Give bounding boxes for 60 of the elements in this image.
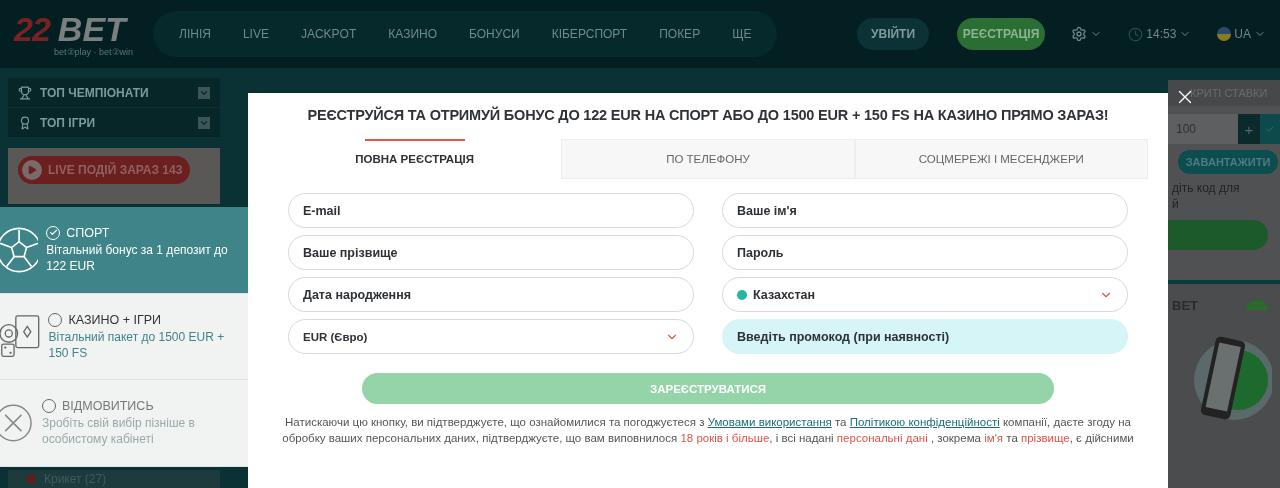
- nav-link[interactable]: КАЗИНО: [372, 27, 453, 41]
- input-field[interactable]: Введіть промокод (при наявності): [722, 319, 1128, 354]
- logo-tagline: bet②play · bet②win: [54, 47, 134, 57]
- input-field[interactable]: Пароль: [722, 235, 1128, 270]
- tab[interactable]: ПО ТЕЛЕФОНУ: [561, 139, 855, 179]
- expand-icon[interactable]: [198, 116, 210, 129]
- time-text[interactable]: 14:53: [1146, 27, 1177, 41]
- option-description: Зробіть свій вибір пізніше в особистому кабінеті: [42, 415, 196, 448]
- bonus-option[interactable]: СПОРТ Вітальний бонус за 1 депозит до 122 EUR: [0, 207, 248, 294]
- input-field[interactable]: Дата народження: [288, 277, 694, 312]
- input-field[interactable]: Ваше ім'я: [722, 193, 1128, 228]
- login-button[interactable]: УВІЙТИ: [857, 18, 929, 50]
- option-title: ВІДМОВИТИСЬ: [62, 399, 154, 414]
- nav-link[interactable]: JACKPOT: [284, 27, 373, 41]
- option-title: КАЗИНО + ІГРИ: [68, 312, 162, 327]
- option-description: Вітальний бонус за 1 депозит до 122 EUR: [46, 241, 229, 274]
- plus-button[interactable]: +: [1238, 114, 1260, 144]
- select-field[interactable]: EUR (Євро): [288, 319, 694, 354]
- sidebar-section[interactable]: ТОП ІГРИ: [8, 108, 220, 138]
- logo-digits: 22: [14, 11, 50, 47]
- play-icon: [22, 160, 42, 180]
- logo-word: BET: [57, 11, 126, 47]
- dialog-title: РЕЄСТРУЙСЯ ТА ОТРИМУЙ БОНУС ДО 122 EUR НА СПОРТ АБО ДО 1500 EUR + 150 FS НА КАЗИНО ПРЯМО ЗАРАЗ!: [307, 107, 1109, 123]
- terms-link[interactable]: Політикою конфіденційності: [849, 416, 1000, 428]
- check-icon: [1265, 123, 1275, 134]
- option-title: СПОРТ: [66, 225, 110, 240]
- language-text[interactable]: UA: [1234, 27, 1251, 41]
- nav-link[interactable]: ПОКЕР: [643, 27, 717, 41]
- clock-icon: [1128, 26, 1144, 42]
- text-input: Ваше ім'я: [737, 203, 1113, 218]
- text-input: Пароль: [737, 245, 1113, 260]
- medal-icon: [18, 115, 32, 130]
- check-icon: [48, 228, 58, 238]
- settings-icon[interactable]: [1071, 26, 1088, 42]
- flag-icon: [1217, 27, 1232, 41]
- currency-value: EUR (Євро): [303, 330, 368, 343]
- input-field[interactable]: Ваше прізвище: [288, 235, 694, 270]
- nav-link[interactable]: ЩЕ: [716, 27, 768, 41]
- text-input: E-mail: [303, 203, 679, 218]
- flag-icon: [737, 289, 747, 300]
- nav-link[interactable]: БОНУСИ: [453, 27, 536, 41]
- trophy-icon: [18, 85, 32, 100]
- nav-link[interactable]: КІБЕРСПОРТ: [535, 27, 644, 41]
- sidebar-section[interactable]: ТОП ЧЕМПІОНАТИ: [8, 78, 220, 108]
- text-input: Дата народження: [303, 287, 679, 302]
- expand-icon[interactable]: [198, 86, 210, 99]
- nav-link[interactable]: ЛІНІЯ: [163, 27, 227, 41]
- legal-text: Натискаючи цю кнопку, ви підтверджуєте, що ознайомилися та погоджуєтеся з Умовами використання та Політикою конфіденційності компанії, даєте згоду на обробку ваших персональних даних, підтверджуєте, що вам виповнилося 18 років і більше, і всі надані персональні дані , зокрема ім'я та прізвище, є дійсними: [281, 415, 1135, 446]
- tab[interactable]: СОЦМЕРЕЖІ І МЕСЕНДЖЕРИ: [854, 139, 1148, 179]
- text-input: Ваше прізвище: [303, 245, 679, 260]
- select-field[interactable]: Казахстан: [722, 277, 1128, 312]
- input-field[interactable]: E-mail: [288, 193, 694, 228]
- promo-code-input: Введіть промокод (при наявності): [737, 329, 1113, 344]
- terms-link[interactable]: Умовами використання: [707, 416, 832, 428]
- option-description: Вітальний пакет до 1500 EUR + 150 FS: [48, 328, 226, 361]
- sport-icon: [26, 474, 36, 484]
- nav-link[interactable]: LIVE: [226, 27, 285, 41]
- register-button[interactable]: РЕЄСТРАЦІЯ: [956, 18, 1046, 50]
- country-value: Казахстан: [753, 287, 816, 302]
- live-events-button[interactable]: LIVE ПОДІЙ ЗАРАЗ 143: [18, 156, 191, 184]
